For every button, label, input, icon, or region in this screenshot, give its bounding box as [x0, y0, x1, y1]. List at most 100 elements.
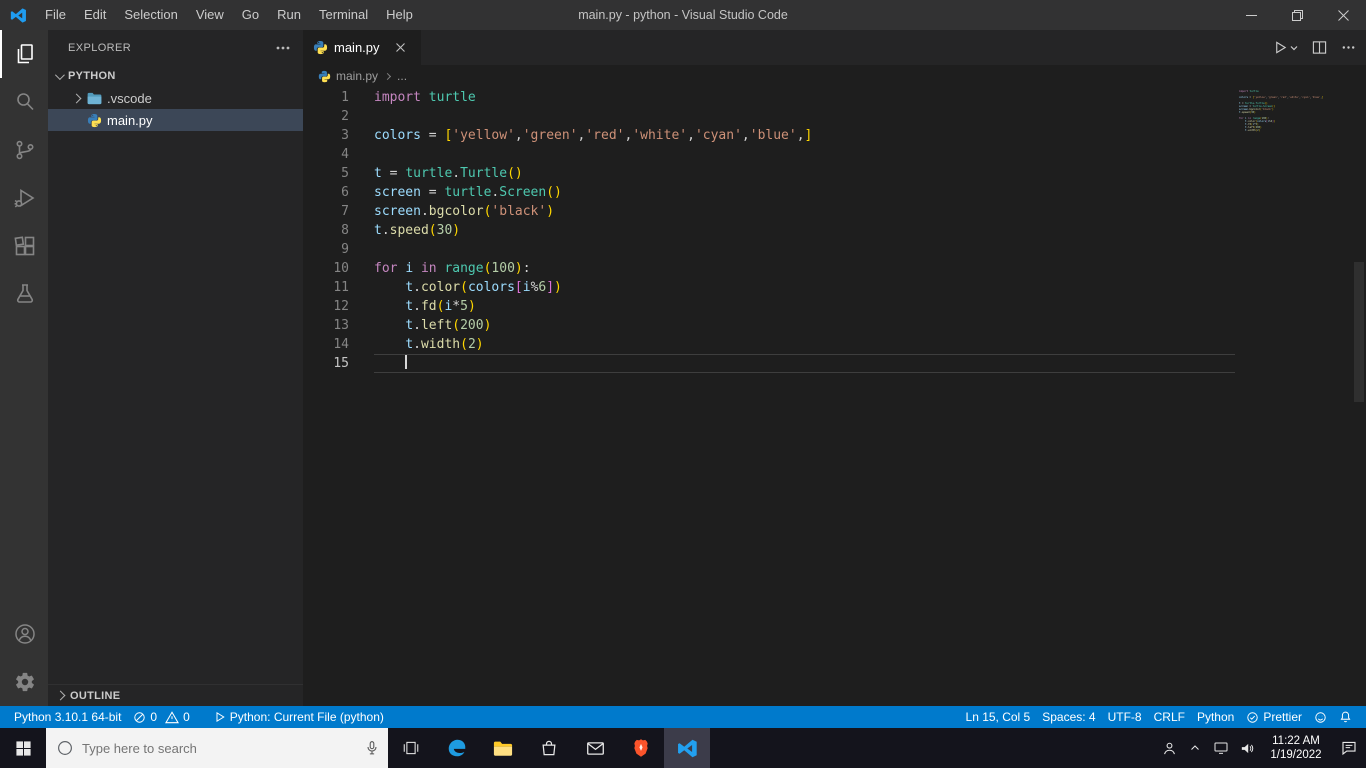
tree-item-vscode-folder[interactable]: .vscode	[48, 87, 303, 109]
line-number: 6	[341, 185, 349, 200]
code-lines[interactable]: import turtle colors = ['yellow','green',…	[349, 88, 1235, 706]
search-icon	[13, 90, 37, 114]
folder-icon	[492, 738, 514, 758]
vscode-taskbar-button[interactable]	[664, 728, 710, 768]
menu-help[interactable]: Help	[377, 0, 422, 30]
mail-envelope-icon	[585, 739, 606, 758]
activity-search[interactable]	[0, 78, 48, 126]
people-tray-button[interactable]	[1156, 728, 1182, 768]
breadcrumb[interactable]: main.py ...	[303, 65, 1366, 87]
menu-go[interactable]: Go	[233, 0, 268, 30]
display-icon	[1213, 740, 1229, 756]
source-control-icon	[13, 138, 37, 162]
status-language-mode[interactable]: Python	[1191, 706, 1240, 728]
activity-explorer[interactable]	[0, 30, 48, 78]
menu-file[interactable]: File	[36, 0, 75, 30]
menu-terminal[interactable]: Terminal	[310, 0, 377, 30]
activity-settings[interactable]	[0, 658, 48, 706]
more-actions-button[interactable]	[1341, 40, 1356, 55]
task-view-button[interactable]	[388, 728, 434, 768]
code-line-13[interactable]: t.left(200)	[374, 316, 1235, 335]
breadcrumb-symbol: ...	[397, 69, 408, 83]
code-line-14[interactable]: t.width(2)	[374, 335, 1235, 354]
tree-item-mainpy-file[interactable]: main.py	[48, 109, 303, 131]
activity-source-control[interactable]	[0, 126, 48, 174]
cortana-ring-icon	[56, 739, 74, 757]
store-taskbar-button[interactable]	[526, 728, 572, 768]
split-editor-button[interactable]	[1312, 40, 1327, 55]
close-button[interactable]	[1320, 0, 1366, 30]
code-line-7[interactable]: screen.bgcolor('black')	[374, 202, 1235, 221]
activity-run-debug[interactable]	[0, 174, 48, 222]
status-indentation[interactable]: Spaces: 4	[1036, 706, 1101, 728]
menu-selection[interactable]: Selection	[115, 0, 186, 30]
menu-view[interactable]: View	[187, 0, 233, 30]
code-line-5[interactable]: t = turtle.Turtle()	[374, 164, 1235, 183]
outline-section[interactable]: OUTLINE	[48, 684, 303, 706]
edge-taskbar-button[interactable]	[434, 728, 480, 768]
windows-taskbar: 11:22 AM 1/19/2022	[0, 728, 1366, 768]
editor-scrollbar[interactable]	[1352, 87, 1366, 706]
feedback-smiley-button[interactable]	[1308, 706, 1333, 728]
code-line-12[interactable]: t.fd(i*5)	[374, 297, 1235, 316]
tab-mainpy[interactable]: main.py	[303, 30, 421, 65]
brave-taskbar-button[interactable]	[618, 728, 664, 768]
status-problems[interactable]: 0 0	[127, 706, 195, 728]
code-line-10[interactable]: for i in range(100):	[374, 259, 1235, 278]
minimap[interactable]: import turtle colors = ['yellow','green',…	[1235, 87, 1352, 706]
action-center-button[interactable]	[1332, 728, 1366, 768]
search-input[interactable]	[82, 740, 356, 756]
restore-button[interactable]	[1274, 0, 1320, 30]
minimize-button[interactable]	[1228, 0, 1274, 30]
code-line-1[interactable]: import turtle	[374, 88, 1235, 107]
window-controls	[1228, 0, 1366, 30]
taskbar-search[interactable]	[46, 728, 388, 768]
notification-icon	[1340, 739, 1358, 757]
tab-close-icon[interactable]	[395, 43, 405, 52]
run-python-file-button[interactable]	[1273, 40, 1298, 55]
status-encoding[interactable]: UTF-8	[1102, 706, 1148, 728]
code-line-9[interactable]	[374, 240, 1235, 259]
status-formatter-prettier[interactable]: Prettier	[1240, 706, 1308, 728]
file-explorer-taskbar-button[interactable]	[480, 728, 526, 768]
code-line-6[interactable]: screen = turtle.Screen()	[374, 183, 1235, 202]
start-button[interactable]	[0, 728, 46, 768]
code-line-2[interactable]	[374, 107, 1235, 126]
line-number: 1	[341, 90, 349, 105]
folder-section-python[interactable]: PYTHON	[48, 65, 303, 87]
line-number: 9	[341, 242, 349, 257]
show-hidden-icons-button[interactable]	[1182, 728, 1208, 768]
menu-run[interactable]: Run	[268, 0, 310, 30]
code-line-11[interactable]: t.color(colors[i%6])	[374, 278, 1235, 297]
activity-extensions[interactable]	[0, 222, 48, 270]
activity-accounts[interactable]	[0, 610, 48, 658]
line-number: 5	[341, 166, 349, 181]
python-file-icon	[318, 70, 331, 83]
taskbar-clock[interactable]: 11:22 AM 1/19/2022	[1264, 734, 1328, 762]
code-line-15[interactable]	[374, 354, 1235, 373]
menu-edit[interactable]: Edit	[75, 0, 115, 30]
notifications-bell-button[interactable]	[1333, 706, 1358, 728]
activity-testing[interactable]	[0, 270, 48, 318]
status-python-interpreter[interactable]: Python 3.10.1 64-bit	[8, 706, 127, 728]
mail-taskbar-button[interactable]	[572, 728, 618, 768]
status-run-context[interactable]: Python: Current File (python)	[208, 706, 390, 728]
line-number: 3	[341, 128, 349, 143]
line-number: 2	[341, 109, 349, 124]
tab-bar: main.py	[303, 30, 1366, 65]
line-numbers: 1 2 3 4 5 6 7 8 9 10 11 12 13 14 15	[303, 88, 349, 706]
volume-tray-button[interactable]	[1234, 728, 1260, 768]
microphone-icon[interactable]	[364, 740, 380, 756]
warnings-icon	[165, 710, 180, 724]
status-eol[interactable]: CRLF	[1148, 706, 1191, 728]
code-line-8[interactable]: t.speed(30)	[374, 221, 1235, 240]
display-tray-button[interactable]	[1208, 728, 1234, 768]
line-number: 8	[341, 223, 349, 238]
code-line-3[interactable]: colors = ['yellow','green','red','white'…	[374, 126, 1235, 145]
status-cursor-position[interactable]: Ln 15, Col 5	[960, 706, 1037, 728]
views-more-actions-button[interactable]	[275, 40, 291, 56]
status-bar-right: Ln 15, Col 5 Spaces: 4 UTF-8 CRLF Python…	[960, 706, 1358, 728]
code-line-4[interactable]	[374, 145, 1235, 164]
vscode-folder-icon	[86, 90, 102, 106]
